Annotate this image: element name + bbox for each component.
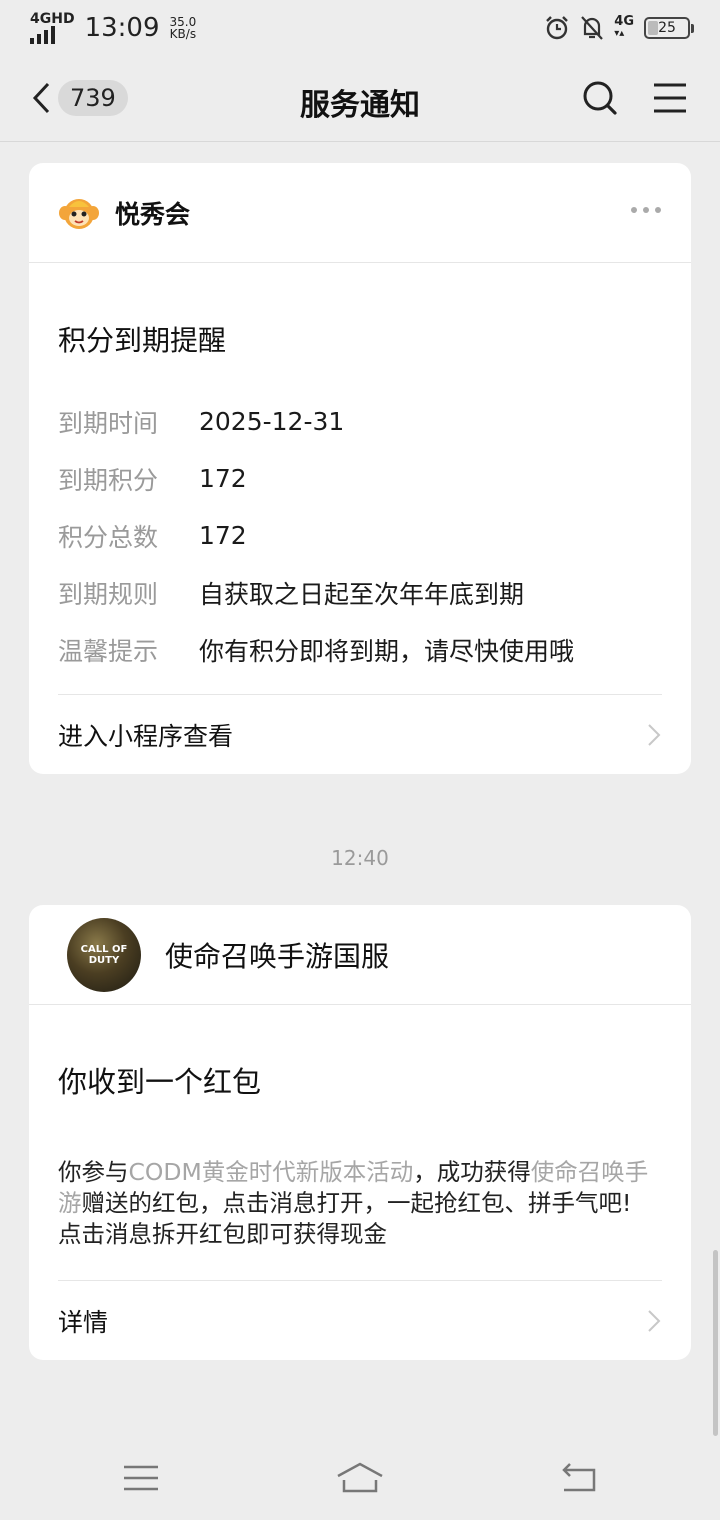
detail-value: 172 <box>199 521 247 550</box>
status-bar: 4GHD 13:09 35.0 KB/s 4G ▾▴ 25 <box>0 0 720 56</box>
back-nav-button[interactable] <box>554 1458 604 1498</box>
dot-icon <box>631 207 637 213</box>
menu-icon <box>124 1465 158 1491</box>
open-miniprogram-label: 进入小程序查看 <box>58 721 234 751</box>
message-paragraph: 你参与CODM黄金时代新版本活动，成功获得使命召唤手游赠送的红包，点击消息打开，… <box>58 1157 662 1219</box>
dot-icon <box>643 207 649 213</box>
message-body: 你参与CODM黄金时代新版本活动，成功获得使命召唤手游赠送的红包，点击消息打开，… <box>29 1157 691 1250</box>
signal-icon <box>30 26 75 44</box>
network-type-right: 4G <box>614 14 634 29</box>
open-miniprogram-link[interactable]: 进入小程序查看 <box>58 694 662 774</box>
clock: 13:09 <box>84 13 160 43</box>
network-speed: 35.0 KB/s <box>170 16 197 40</box>
system-navigation-bar <box>0 1440 720 1520</box>
mute-notification-icon <box>581 16 604 40</box>
search-icon <box>583 81 617 115</box>
detail-key: 到期规则 <box>58 579 159 609</box>
body-text: 你参与 <box>58 1158 129 1186</box>
avatar: CALL OF DUTY <box>67 917 141 992</box>
body-text: 赠送的红包，点击消息打开，一起抢红包、拼手气吧! <box>81 1189 632 1217</box>
message-line: 点击消息拆开红包即可获得现金 <box>58 1220 387 1248</box>
speed-unit: KB/s <box>169 27 197 41</box>
message-timestamp: 12:40 <box>331 846 389 870</box>
chevron-right-icon <box>648 1309 661 1332</box>
body-text: ，成功获得 <box>413 1158 531 1186</box>
monkey-logo-icon <box>59 193 99 233</box>
chevron-right-icon <box>648 723 661 746</box>
detail-value: 172 <box>199 464 247 493</box>
network-indicator: 4GHD <box>30 12 75 44</box>
alarm-icon <box>546 16 569 40</box>
recent-apps-button[interactable] <box>116 1458 166 1498</box>
detail-key: 温馨提示 <box>58 636 159 666</box>
notification-card-red-packet[interactable]: CALL OF DUTY 使命召唤手游国服 你收到一个红包 你参与CODM黄金时… <box>29 905 691 1360</box>
detail-row: 到期积分 172 <box>58 450 662 507</box>
status-left: 4GHD 13:09 35.0 KB/s <box>30 12 196 44</box>
notification-card-points[interactable]: 悦秀会 积分到期提醒 到期时间 2025-12-31 到期积分 172 积分总数… <box>29 163 691 774</box>
detail-value: 2025-12-31 <box>199 407 345 436</box>
detail-row: 到期时间 2025-12-31 <box>58 393 662 450</box>
battery-icon: 25 <box>644 17 694 39</box>
detail-value: 你有积分即将到期，请尽快使用哦 <box>199 636 575 666</box>
notice-title: 积分到期提醒 <box>58 324 227 357</box>
return-arrow-icon <box>562 1463 596 1492</box>
activity-link[interactable]: CODM黄金时代新版本活动 <box>129 1158 414 1186</box>
battery-level: 25 <box>658 20 676 36</box>
card-header: CALL OF DUTY 使命召唤手游国服 <box>29 905 691 1005</box>
network-type: 4GHD <box>30 11 75 27</box>
status-right: 4G ▾▴ 25 <box>544 14 694 41</box>
detail-value: 自获取之日起至次年年底到期 <box>199 579 525 609</box>
sender-name: 悦秀会 <box>115 199 191 229</box>
sender-name: 使命召唤手游国服 <box>165 939 390 973</box>
battery-fill <box>648 21 658 35</box>
detail-row: 温馨提示 你有积分即将到期，请尽快使用哦 <box>58 621 662 678</box>
details-link[interactable]: 详情 <box>58 1280 662 1360</box>
hamburger-icon <box>654 83 686 113</box>
scrollbar[interactable] <box>713 1250 718 1436</box>
more-options-button[interactable] <box>631 207 661 213</box>
detail-key: 到期积分 <box>58 465 159 495</box>
mobile-data-icon: 4G ▾▴ <box>614 14 634 39</box>
card-header: 悦秀会 <box>29 163 691 263</box>
home-button[interactable] <box>334 1458 384 1498</box>
notice-title: 你收到一个红包 <box>58 1065 262 1099</box>
dot-icon <box>655 207 661 213</box>
menu-button[interactable] <box>650 78 690 118</box>
search-button[interactable] <box>580 78 620 118</box>
home-icon <box>337 1462 383 1493</box>
detail-key: 积分总数 <box>58 522 159 552</box>
detail-row: 到期规则 自获取之日起至次年年底到期 <box>58 564 662 621</box>
title-bar: 739 服务通知 <box>0 56 720 142</box>
details-label: 详情 <box>58 1307 109 1337</box>
call-of-duty-logo: CALL OF DUTY <box>80 943 128 966</box>
detail-list: 到期时间 2025-12-31 到期积分 172 积分总数 172 到期规则 自… <box>29 393 691 678</box>
detail-key: 到期时间 <box>58 408 159 438</box>
detail-row: 积分总数 172 <box>58 507 662 564</box>
